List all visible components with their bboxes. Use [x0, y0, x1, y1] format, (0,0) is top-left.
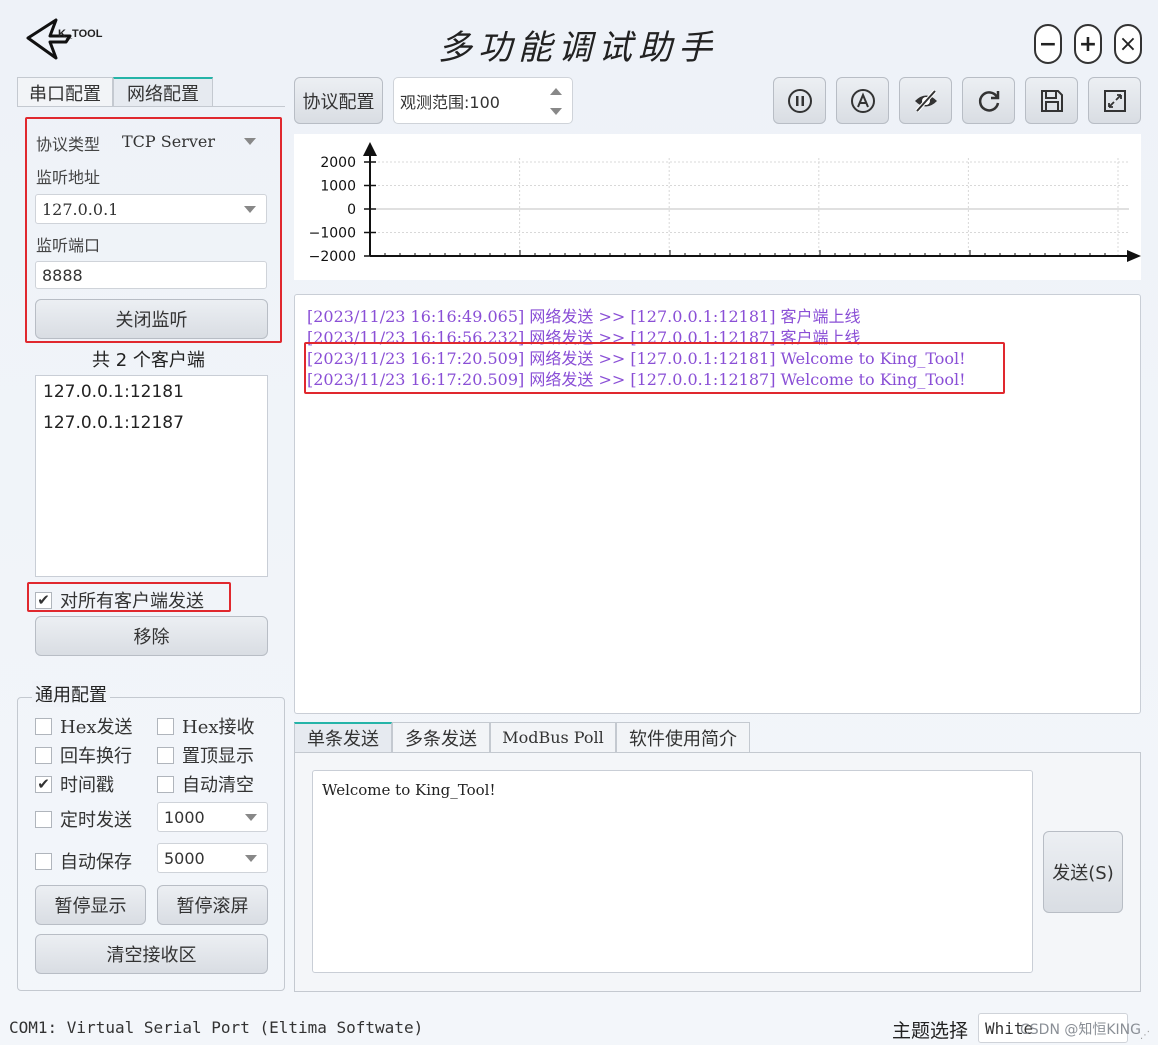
highlight-box-log — [304, 342, 1005, 394]
left-panel-divider — [17, 106, 285, 107]
spin-down-icon[interactable] — [550, 108, 562, 115]
timed-send-select[interactable]: 1000 — [157, 802, 268, 832]
maximize-button[interactable]: + — [1074, 24, 1102, 64]
client-list[interactable]: 127.0.0.1:12181 127.0.0.1:12187 — [35, 375, 268, 577]
pause-scroll-button[interactable]: 暂停滚屏 — [157, 885, 268, 925]
logo-text: K_TOOL — [58, 28, 103, 40]
hex-send-checkbox[interactable]: Hex发送 — [35, 713, 133, 739]
chart-area: 2000 1000 0 −1000 −2000 — [294, 134, 1141, 280]
highlight-box-send-all — [27, 582, 231, 612]
chart-y-tick-label: 1000 — [320, 179, 356, 195]
save-icon — [1040, 89, 1063, 112]
save-button[interactable] — [1025, 77, 1078, 124]
pause-icon — [787, 88, 812, 113]
observe-range-spinbox[interactable]: 观测范围:100 — [393, 77, 573, 124]
auto-clear-label: 自动清空 — [182, 775, 254, 796]
chart-x-axis-arrow — [1127, 250, 1141, 262]
list-item[interactable]: 127.0.0.1:12187 — [43, 413, 184, 433]
client-count-text: 共 2 个客户端 — [92, 350, 205, 371]
spin-up-icon[interactable] — [550, 88, 562, 95]
send-textarea[interactable]: Welcome to King_Tool! — [312, 770, 1033, 973]
auto-save-select[interactable]: 5000 — [157, 843, 268, 873]
clear-recv-button[interactable]: 清空接收区 — [35, 934, 268, 974]
pause-display-button[interactable]: 暂停显示 — [35, 885, 146, 925]
hex-recv-label: Hex接收 — [182, 717, 255, 738]
send-text: Welcome to King_Tool! — [322, 781, 496, 799]
pause-chart-button[interactable] — [773, 77, 826, 124]
top-display-checkbox[interactable]: 置顶显示 — [157, 742, 254, 768]
protocol-config-button[interactable]: 协议配置 — [294, 77, 383, 124]
resize-grip-icon[interactable]: ⋰ — [1140, 1030, 1150, 1041]
newline-label: 回车换行 — [60, 746, 132, 767]
auto-save-checkbox[interactable]: 自动保存 — [35, 848, 132, 874]
port-status-text: COM1: Virtual Serial Port (Eltima Softwa… — [9, 1018, 424, 1037]
hex-recv-checkbox[interactable]: Hex接收 — [157, 713, 255, 739]
tab-usage-guide[interactable]: 软件使用简介 — [616, 722, 750, 752]
refresh-icon — [978, 90, 999, 112]
top-display-label: 置顶显示 — [182, 746, 254, 767]
remove-button[interactable]: 移除 — [35, 616, 268, 656]
send-button[interactable]: 发送(S) — [1043, 831, 1123, 913]
list-item[interactable]: 127.0.0.1:12181 — [43, 382, 184, 402]
auto-icon — [850, 88, 875, 113]
minimize-button[interactable]: − — [1034, 24, 1062, 64]
tab-multi-send[interactable]: 多条发送 — [392, 722, 490, 752]
newline-checkbox[interactable]: 回车换行 — [35, 742, 132, 768]
chart-y-tick-label: 2000 — [320, 155, 356, 171]
timed-send-checkbox[interactable]: 定时发送 — [35, 806, 132, 832]
highlight-box-network — [25, 117, 282, 343]
fullscreen-button[interactable] — [1088, 77, 1141, 124]
hide-series-button[interactable] — [899, 77, 952, 124]
close-button[interactable]: × — [1114, 24, 1142, 64]
chevron-down-icon — [245, 814, 257, 821]
refresh-button[interactable] — [962, 77, 1015, 124]
app-logo: K_TOOL — [26, 16, 106, 62]
app-title: 多功能调试助手 — [438, 28, 718, 68]
auto-save-label: 自动保存 — [60, 852, 132, 873]
auto-scale-button[interactable] — [836, 77, 889, 124]
tab-modbus-poll[interactable]: ModBus Poll — [490, 722, 616, 752]
general-group-title: 通用配置 — [32, 681, 110, 707]
observe-range-value: 观测范围:100 — [400, 92, 500, 112]
auto-clear-checkbox[interactable]: 自动清空 — [157, 771, 254, 797]
timestamp-checkbox[interactable]: ✔ 时间戳 — [35, 771, 114, 797]
chevron-down-icon — [245, 855, 257, 862]
timed-send-label: 定时发送 — [60, 810, 132, 831]
chart-svg: 2000 1000 0 −1000 −2000 — [309, 142, 1141, 265]
timestamp-label: 时间戳 — [60, 775, 114, 796]
auto-save-value: 5000 — [164, 848, 205, 868]
eye-off-icon — [914, 89, 937, 112]
expand-icon — [1103, 89, 1126, 112]
chart-y-tick-label: −2000 — [309, 249, 356, 265]
tab-serial-config[interactable]: 串口配置 — [17, 77, 113, 107]
chart-y-tick-label: 0 — [347, 202, 356, 218]
theme-label: 主题选择 — [892, 1020, 969, 1042]
timed-send-value: 1000 — [164, 807, 205, 827]
tab-single-send[interactable]: 单条发送 — [294, 722, 392, 752]
chart-y-tick-label: −1000 — [309, 226, 356, 242]
watermark-text: CSDN @知恒KING — [1020, 1022, 1141, 1038]
tab-network-config[interactable]: 网络配置 — [113, 77, 213, 107]
chart-y-axis-arrow — [363, 142, 377, 156]
checkmark-icon: ✔ — [35, 775, 52, 793]
hex-send-label: Hex发送 — [60, 717, 133, 738]
